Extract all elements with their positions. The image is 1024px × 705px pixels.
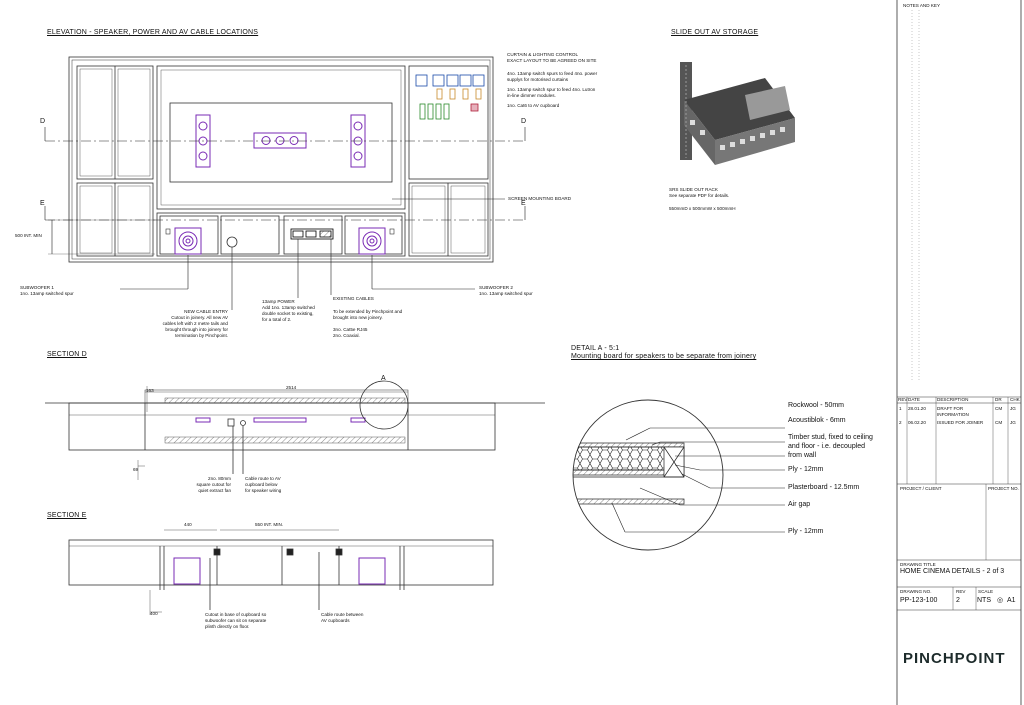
detail-a-subtitle: Mounting board for speakers to be separa…	[571, 353, 757, 360]
label-rockwool: Rockwool - 50mm	[788, 402, 845, 409]
elevation-view	[68, 56, 494, 263]
label-air-gap: Air gap	[788, 501, 811, 508]
curtain-control-panel	[415, 74, 485, 120]
existing-cables-note: To be extended by Pinchpoint and brought…	[333, 309, 403, 338]
project-client-label: PROJECT / CLIENT	[900, 486, 942, 491]
label-plasterboard: Plasterboard - 12.5mm	[788, 484, 860, 491]
pinchpoint-logo: PINCHPOINT	[903, 650, 1006, 667]
rack-dimensions: 550mmD x 500mmW x 500mmH	[669, 206, 736, 211]
dim-400: 400	[150, 611, 158, 616]
fan-cutout-note: 2no. 80mm square cutout for quiet extrac…	[196, 476, 231, 493]
heading-slide-out: SLIDE OUT AV STORAGE	[671, 29, 759, 36]
section-d-view	[45, 380, 545, 480]
dim-163: 163	[146, 388, 154, 393]
subwoofer-2-label: SUBWOOFER 2 1no. 13amp switched spur	[479, 285, 533, 296]
power-note: 13amp POWER Add 1no. 13amp switched doub…	[262, 299, 315, 322]
drawing-sheet: ELEVATION - SPEAKER, POWER AND AV CABLE …	[0, 0, 1024, 705]
rev-row-1-chk: JG	[1010, 406, 1016, 411]
target-icon: ◎	[997, 597, 1004, 604]
rev-row-1-dr: CM	[995, 406, 1003, 411]
rev-row-2-date: 06.02.20	[908, 420, 926, 425]
subwoofer-cutout-note: Cutout in base of cupboard so subwoofer …	[205, 612, 267, 629]
section-cut-lines	[44, 127, 526, 310]
cupboard-route-note: Cable route between AV cupboards	[321, 612, 364, 623]
rev-label: REV	[956, 589, 966, 594]
existing-cables-title: EXISTING CABLES	[333, 296, 374, 301]
curtain-control-subtitle: EXACT LAYOUT TO BE AGREED ON SITE	[507, 58, 597, 63]
rev-row-2-dr: CM	[995, 420, 1003, 425]
right-cupboard-lower	[408, 182, 489, 257]
screen-recess	[156, 65, 406, 210]
drawing-no: PP-123-100	[900, 597, 938, 604]
section-marker-d-left: D	[40, 118, 46, 125]
sheet-size: A1	[1007, 597, 1016, 604]
curtain-note-2: 1no. 13amp switch spur to feed 4no. Lutr…	[507, 87, 596, 98]
rack-note: See separate PDF for details.	[669, 193, 730, 198]
label-ply-2: Ply - 12mm	[788, 528, 824, 535]
dim-2514: 2514	[286, 385, 297, 390]
subwoofer-cabinet-1	[159, 215, 219, 255]
heading-section-e: SECTION E	[47, 512, 87, 519]
subwoofer-1-label: SUBWOOFER 1 1no. 13amp switched spur	[20, 285, 74, 296]
dim-440: 440	[184, 522, 192, 527]
slide-out-rack-illustration	[680, 62, 795, 165]
section-marker-d-right: D	[521, 118, 527, 125]
rev-row-1-description: DRAFT FOR INFORMATION	[937, 406, 969, 417]
section-e-view	[68, 529, 494, 615]
dim-550-int-min: 550 INT. MIN.	[255, 522, 284, 527]
rev-header-dr: DR	[995, 397, 1002, 402]
detail-a-marker: A	[381, 375, 386, 382]
label-ply-1: Ply - 12mm	[788, 466, 824, 473]
speaker-route-note: Cable route to AV cupboard below for spe…	[245, 476, 282, 493]
rev-row-1-date: 28.01.20	[908, 406, 926, 411]
dim-69: 69	[133, 467, 139, 472]
curtain-note-3: 1no. Cat6 to AV cupboard	[507, 103, 560, 108]
scale-label: SCALE	[978, 589, 994, 594]
rev-row-1-rev: 1	[899, 406, 902, 411]
rev-row-2-rev: 2	[899, 420, 902, 425]
rev-row-2-description: ISSUED FOR JOINER	[937, 420, 984, 425]
joinery-outline	[68, 56, 494, 263]
rev-row-2-chk: JG	[1010, 420, 1016, 425]
heading-section-d: SECTION D	[47, 351, 87, 358]
cable-entry-hole	[226, 236, 238, 248]
cable-entry-note: NEW CABLE ENTRY Cutout in joinery. All n…	[162, 309, 228, 338]
detail-a-callout	[359, 380, 409, 430]
subwoofer-cabinet-2	[344, 215, 403, 255]
heading-elevation: ELEVATION - SPEAKER, POWER AND AV CABLE …	[47, 29, 259, 36]
min-500-label: 500 INT. MIN	[15, 233, 42, 238]
label-acoustiblok: Acoustiblok - 6mm	[788, 417, 846, 424]
drawing-title: HOME CINEMA DETAILS - 2 of 3	[900, 568, 1005, 575]
project-no-label: PROJECT NO.	[988, 486, 1019, 491]
scale-value: NTS	[977, 597, 991, 604]
screen-board-label: SCREEN MOUNTING BOARD	[508, 196, 572, 201]
rev-value: 2	[956, 597, 960, 604]
drawing-no-label: DRAWING NO.	[900, 589, 932, 594]
label-timber-stud: Timber stud, fixed to ceiling and floor …	[788, 434, 873, 459]
section-marker-e-left: E	[40, 200, 45, 207]
curtain-note-1: 4no. 13amp switch spurs to feed 4no. pow…	[507, 71, 598, 82]
notes-key-label: NOTES AND KEY	[903, 3, 941, 8]
rev-header-date: DATE	[908, 397, 920, 402]
heading-detail-a: DETAIL A - 5:1	[571, 345, 620, 352]
right-cupboard-upper	[408, 65, 489, 180]
rev-header-rev: REV	[898, 397, 908, 402]
section-marker-e-right: E	[521, 200, 526, 207]
rev-header-chk: CHK	[1010, 397, 1020, 402]
rev-header-description: DESCRIPTION	[937, 397, 969, 402]
detail-a-view	[572, 399, 785, 551]
